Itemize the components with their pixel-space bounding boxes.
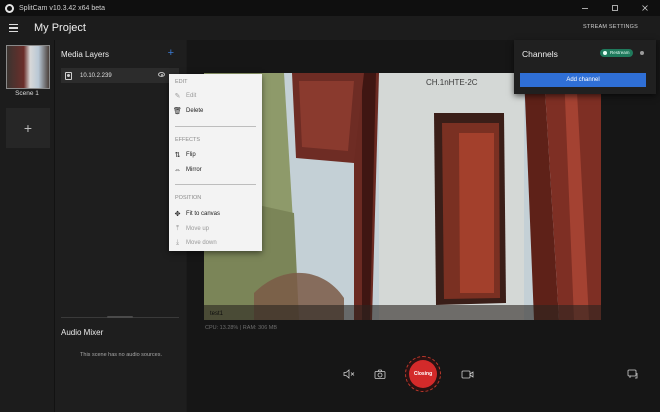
maximize-button[interactable] <box>600 0 630 16</box>
chat-button[interactable] <box>625 367 641 381</box>
resize-handle[interactable] <box>107 316 133 318</box>
eye-icon[interactable] <box>158 72 165 77</box>
move-down-icon: ⤓ <box>175 239 180 246</box>
scene-label: Scene 1 <box>15 90 39 97</box>
stream-status-label: Closing <box>409 360 437 388</box>
close-button[interactable] <box>630 0 660 16</box>
plus-icon: + <box>23 120 33 136</box>
stream-status-button[interactable]: Closing <box>405 356 441 392</box>
svg-text:CH.1nHTE-2C: CH.1nHTE-2C <box>426 78 478 87</box>
flip-icon: ⇅ <box>174 152 181 159</box>
menu-divider <box>175 184 256 185</box>
chat-bubbles-icon <box>627 369 638 378</box>
title-bar: SplitCam v10.3.42 x64 beta <box>0 0 660 16</box>
maximize-icon <box>612 5 618 11</box>
minimize-icon <box>582 8 588 9</box>
menu-item-move-up[interactable]: ⤒ Move up <box>173 223 259 235</box>
app-header: My Project STREAM SETTINGS <box>0 16 660 40</box>
media-layers-title: Media Layers <box>61 50 110 59</box>
restream-badge[interactable]: Restream <box>600 49 633 57</box>
channels-title: Channels <box>522 49 558 59</box>
menu-item-flip[interactable]: ⇅ Flip <box>173 149 259 161</box>
menu-item-label: Move up <box>186 226 210 232</box>
add-channel-button[interactable]: Add channel <box>520 73 646 87</box>
menu-item-move-down[interactable]: ⤓ Move down <box>173 237 259 249</box>
menu-item-delete[interactable]: 🗑 Delete <box>173 105 259 117</box>
trash-icon: 🗑 <box>173 108 182 115</box>
speaker-muted-icon <box>343 369 355 379</box>
project-title: My Project <box>34 22 86 34</box>
camera-frame-image: CH.1nHTE-2C test1 <box>204 73 601 320</box>
audio-mixer-empty-text: This scene has no audio sources. <box>80 352 162 358</box>
audio-mixer-title: Audio Mixer <box>61 328 104 337</box>
pencil-icon: ✎ <box>174 93 181 100</box>
menu-item-label: Mirror <box>186 167 202 173</box>
svg-text:test1: test1 <box>210 311 224 317</box>
menu-section-position: POSITION <box>175 195 202 201</box>
mute-audio-button[interactable] <box>341 367 357 381</box>
window-title: SplitCam v10.3.42 x64 beta <box>19 4 105 12</box>
menu-item-label: Fit to canvas <box>186 211 221 217</box>
menu-divider <box>175 126 256 127</box>
menu-section-effects: EFFECTS <box>175 137 201 143</box>
camera-snapshot-icon <box>374 369 386 379</box>
menu-item-label: Edit <box>186 93 197 99</box>
media-layers-panel: Media Layers + 10.10.2.239 Audio Mixer T… <box>54 40 186 412</box>
stream-settings-button[interactable]: STREAM SETTINGS <box>583 24 638 30</box>
menu-section-edit: EDIT <box>175 79 188 85</box>
menu-item-label: Move down <box>186 240 217 246</box>
camera-icon <box>65 71 72 80</box>
menu-hamburger-icon[interactable] <box>9 23 23 33</box>
layer-item[interactable]: 10.10.2.239 <box>61 68 179 83</box>
minimize-button[interactable] <box>570 0 600 16</box>
move-arrows-icon: ✥ <box>174 211 181 218</box>
snapshot-button[interactable] <box>372 367 388 381</box>
record-video-button[interactable] <box>459 367 475 381</box>
scenes-panel: Scene 1 + <box>0 40 54 412</box>
add-layer-button[interactable]: + <box>168 47 174 59</box>
channels-panel: Channels Restream Add channel <box>514 40 656 94</box>
menu-item-label: Delete <box>186 108 204 114</box>
layer-name: 10.10.2.239 <box>80 72 112 79</box>
camera-preview[interactable]: CH.1nHTE-2C test1 <box>204 73 601 320</box>
menu-item-mirror[interactable]: ⇔ Mirror <box>173 164 259 176</box>
menu-item-edit[interactable]: ✎ Edit <box>173 90 259 102</box>
scene-thumbnail[interactable] <box>6 45 50 89</box>
performance-stats: CPU: 13.28% | RAM: 306 MB <box>205 325 278 331</box>
status-dot-icon <box>640 51 644 55</box>
add-scene-button[interactable]: + <box>6 108 50 148</box>
app-window: SplitCam v10.3.42 x64 beta My Project ST… <box>0 0 660 412</box>
video-camera-icon <box>461 370 473 378</box>
mirror-icon: ⇔ <box>174 166 181 174</box>
splitcam-logo-icon <box>5 3 14 13</box>
move-up-icon: ⤒ <box>175 225 180 232</box>
menu-item-label: Flip <box>186 152 196 158</box>
layer-context-menu: EDIT ✎ Edit 🗑 Delete EFFECTS ⇅ Flip ⇔ Mi… <box>169 74 262 251</box>
menu-item-fit-to-canvas[interactable]: ✥ Fit to canvas <box>173 208 259 220</box>
close-icon <box>642 5 648 11</box>
